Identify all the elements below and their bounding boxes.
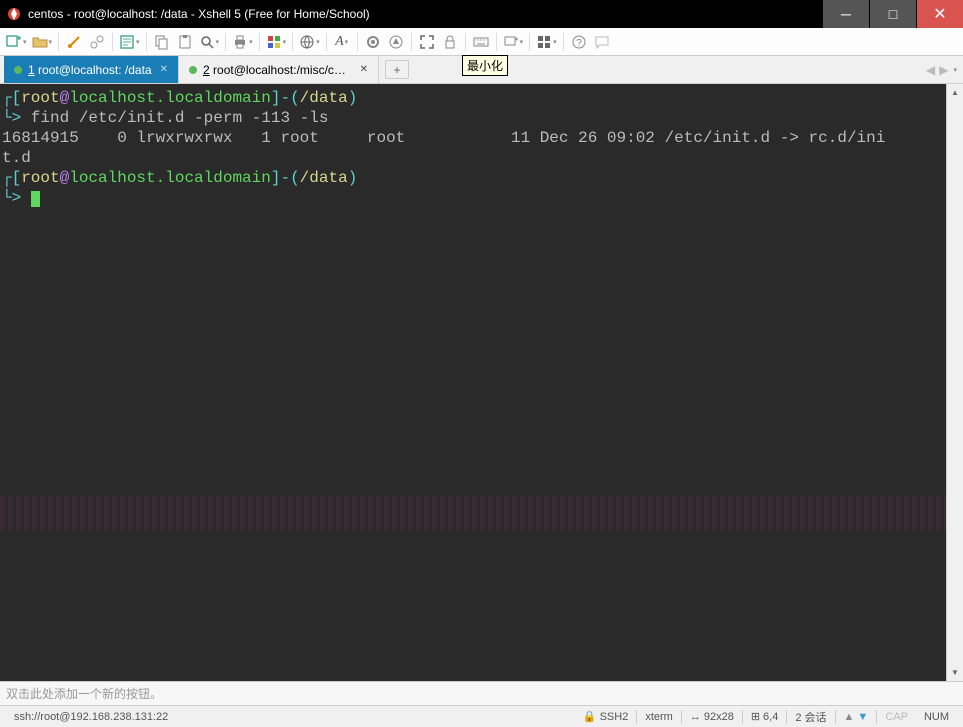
status-term: xterm — [637, 711, 681, 723]
tab-list-icon[interactable]: ▾ — [953, 66, 957, 74]
separator — [259, 33, 260, 51]
app-icon — [6, 6, 22, 22]
lock-button[interactable] — [439, 31, 461, 53]
font-button[interactable]: A▾ — [331, 31, 353, 53]
separator — [563, 33, 564, 51]
encoding-button[interactable]: ▾ — [297, 31, 322, 53]
window-title: centos - root@localhost: /data - Xshell … — [28, 7, 823, 21]
tab-nav: ◀ ▶ ▾ — [926, 56, 963, 83]
find-button[interactable]: ▾ — [197, 31, 222, 53]
copy-button[interactable] — [151, 31, 173, 53]
separator — [58, 33, 59, 51]
status-cap: CAP — [877, 711, 916, 723]
window-controls: ─ □ ✕ — [823, 0, 963, 28]
separator — [496, 33, 497, 51]
layout-button[interactable]: ▾ — [534, 31, 559, 53]
status-dot-icon — [189, 66, 197, 74]
terminal-pane: ┌[root@localhost.localdomain]-(/data) └>… — [0, 84, 963, 681]
status-size: ↔92x28 — [682, 711, 742, 723]
close-button[interactable]: ✕ — [917, 0, 963, 28]
tab-1[interactable]: 1 root@localhost: /data ✕ — [4, 56, 179, 83]
properties-button[interactable]: ▾ — [117, 31, 142, 53]
separator — [357, 33, 358, 51]
status-num: NUM — [916, 711, 957, 723]
arrow-up-icon: ▲ — [844, 711, 855, 723]
scroll-up-icon[interactable]: ▲ — [947, 84, 963, 101]
tab-close-icon[interactable]: ✕ — [160, 64, 168, 75]
compose-bar[interactable]: 双击此处添加一个新的按钮。 — [0, 681, 963, 705]
new-session-button[interactable]: ▾ — [4, 31, 29, 53]
arrow-down-icon: ▼ — [857, 711, 868, 723]
print-button[interactable]: ▾ — [230, 31, 255, 53]
minimize-button[interactable]: ─ — [823, 0, 869, 28]
tab-close-icon[interactable]: ✕ — [360, 64, 368, 75]
trace-button[interactable] — [385, 31, 407, 53]
maximize-button[interactable]: □ — [870, 0, 916, 28]
separator — [292, 33, 293, 51]
status-connection: ssh://root@192.168.238.131:22 — [6, 711, 176, 723]
compose-placeholder: 双击此处添加一个新的按钮。 — [6, 685, 162, 702]
highlight-button[interactable] — [362, 31, 384, 53]
status-sessions: 2 会话 — [787, 709, 834, 725]
scroll-down-icon[interactable]: ▼ — [947, 664, 963, 681]
cursor — [31, 191, 40, 207]
feedback-button[interactable] — [591, 31, 613, 53]
tooltip: 最小化 — [462, 55, 508, 76]
toolbar: ▾ ▾ ▾ ▾ ▾ ▾ ▾ A▾ ▾ ▾ ? 最小化 — [0, 28, 963, 56]
svg-text:?: ? — [576, 38, 582, 49]
scrollbar[interactable]: ▲ ▼ — [946, 84, 963, 681]
status-arrows: ▲ ▼ — [836, 711, 877, 723]
status-dot-icon — [14, 66, 22, 74]
tab-add-button[interactable]: + — [385, 60, 409, 79]
terminal[interactable]: ┌[root@localhost.localdomain]-(/data) └>… — [0, 84, 946, 681]
separator — [146, 33, 147, 51]
tab-prev-icon[interactable]: ◀ — [926, 63, 935, 77]
separator — [225, 33, 226, 51]
status-ssh: 🔒SSH2 — [575, 710, 636, 723]
separator — [326, 33, 327, 51]
color-scheme-button[interactable]: ▾ — [264, 31, 289, 53]
fullscreen-button[interactable] — [416, 31, 438, 53]
titlebar: centos - root@localhost: /data - Xshell … — [0, 0, 963, 28]
scroll-track[interactable] — [947, 101, 963, 664]
new-window-button[interactable]: ▾ — [501, 31, 526, 53]
tab-next-icon[interactable]: ▶ — [939, 63, 948, 77]
status-bar: ssh://root@192.168.238.131:22 🔒SSH2 xter… — [0, 705, 963, 727]
reconnect-button[interactable] — [63, 31, 85, 53]
lock-icon: 🔒 — [583, 710, 597, 723]
open-button[interactable]: ▾ — [30, 31, 55, 53]
separator — [112, 33, 113, 51]
paste-button[interactable] — [174, 31, 196, 53]
help-button[interactable]: ? — [568, 31, 590, 53]
separator — [529, 33, 530, 51]
resize-icon: ↔ — [690, 711, 701, 723]
separator — [465, 33, 466, 51]
tab-2[interactable]: 2 root@localhost:/misc/cd/Pa... ✕ — [179, 56, 379, 83]
position-icon: ⊞ — [751, 710, 760, 723]
visualizer-bg — [0, 495, 946, 531]
disconnect-button[interactable] — [86, 31, 108, 53]
separator — [411, 33, 412, 51]
status-position: ⊞6,4 — [743, 710, 787, 723]
keyboard-button[interactable] — [470, 31, 492, 53]
